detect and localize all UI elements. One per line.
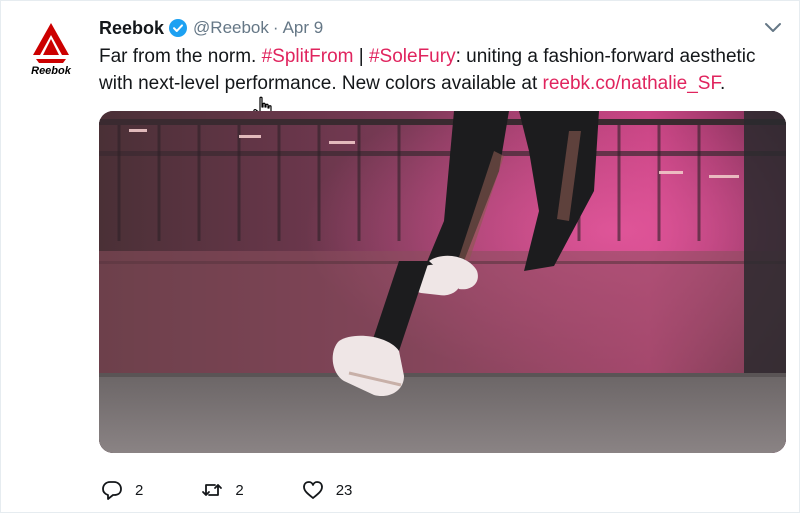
text-part-2: | <box>353 46 369 67</box>
separator-dot: · <box>272 18 279 37</box>
verified-badge-icon <box>169 19 188 37</box>
like-icon <box>302 481 323 499</box>
media-image[interactable] <box>99 111 786 453</box>
retweet-icon <box>202 484 223 496</box>
like-button[interactable]: 23 <box>302 479 353 501</box>
display-name[interactable]: Reebok <box>99 18 164 39</box>
text-part-1: Far from the norm. <box>99 46 262 67</box>
url-link[interactable]: reebk.co/nathalie_SF <box>543 73 720 94</box>
retweet-button[interactable]: 2 <box>201 479 244 501</box>
reply-icon <box>102 481 122 500</box>
chevron-down-icon[interactable] <box>763 21 783 35</box>
hashtag-splitfrom[interactable]: #SplitFrom <box>262 46 354 67</box>
text-part-4: . <box>719 73 726 94</box>
timestamp-link[interactable]: Apr 9 <box>283 18 324 38</box>
hashtag-solefury[interactable]: #SoleFury <box>369 46 456 67</box>
retweet-count: 2 <box>235 481 244 499</box>
like-count: 23 <box>335 481 353 499</box>
running-shoes-photo <box>99 111 786 453</box>
logo-wordmark: Reebok <box>31 65 72 77</box>
tweet-text: Far from the norm. #SplitFrom | #SoleFur… <box>99 43 779 97</box>
reply-button[interactable]: 2 <box>101 479 143 501</box>
avatar[interactable]: Reebok <box>19 17 83 81</box>
tweet-header: Reebok @Reebok · Apr 9 <box>99 15 323 41</box>
tweet-card[interactable]: Reebok Reebok @Reebok · Apr 9 Far from t… <box>0 0 800 513</box>
tweet-actions: 2 2 23 <box>101 477 410 503</box>
reebok-logo: Reebok <box>31 23 72 77</box>
handle[interactable]: @Reebok <box>193 18 269 38</box>
reply-count: 2 <box>135 481 144 499</box>
